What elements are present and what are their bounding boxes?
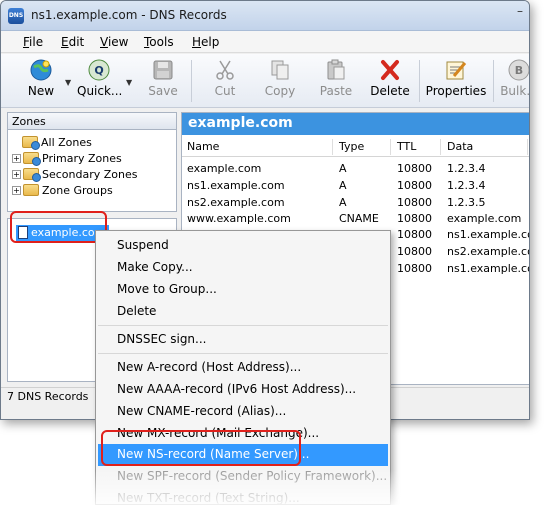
title-bar: DNS ns1.example.com - DNS Records – — [1, 1, 529, 31]
menu-file[interactable]: File — [23, 35, 43, 49]
menu-item-new-aaaa-record[interactable]: New AAAA-record (IPv6 Host Address)... — [98, 379, 388, 401]
column-header-ttl[interactable]: TTL — [397, 140, 416, 153]
tree-item-zone-groups[interactable]: + Zone Groups — [12, 184, 113, 200]
menu-separator — [98, 325, 388, 326]
svg-text:B: B — [515, 64, 523, 77]
bulk-button[interactable]: B Bulk... — [499, 58, 529, 104]
properties-button[interactable]: Properties — [425, 58, 487, 104]
folder-icon — [23, 184, 39, 196]
copy-icon — [271, 60, 289, 80]
zone-title: example.com — [182, 113, 529, 135]
new-dropdown-arrow[interactable]: ▼ — [65, 78, 71, 87]
svg-text:Q: Q — [94, 64, 103, 77]
menu-item-new-spf-record[interactable]: New SPF-record (Sender Policy Framework)… — [98, 466, 388, 488]
expand-icon[interactable]: + — [12, 154, 21, 163]
tree-item-primary-zones[interactable]: + Primary Zones — [12, 152, 122, 168]
column-divider[interactable] — [527, 139, 528, 155]
bulk-icon: B — [508, 59, 529, 81]
menu-tools[interactable]: Tools — [144, 35, 174, 49]
quick-button[interactable]: Q Quick... — [77, 58, 122, 104]
tree-item-secondary-zones[interactable]: + Secondary Zones — [12, 168, 138, 184]
zone-highlight-callout — [10, 211, 107, 243]
folder-globe-icon — [23, 168, 41, 182]
menu-item-move-to-group[interactable]: Move to Group... — [98, 279, 388, 301]
paste-button[interactable]: Paste — [315, 58, 357, 104]
save-button[interactable]: Save — [143, 58, 183, 104]
menu-bar: File Edit View Tools Help — [1, 31, 529, 53]
ns-record-highlight-callout — [101, 430, 301, 466]
paste-icon — [327, 59, 345, 80]
tree-item-all-zones[interactable]: All Zones — [22, 136, 92, 152]
toolbar-separator — [493, 60, 494, 102]
column-divider[interactable] — [390, 139, 391, 155]
menu-item-new-txt-record[interactable]: New TXT-record (Text String)... — [98, 488, 388, 504]
menu-item-suspend[interactable]: Suspend — [98, 235, 388, 257]
menu-item-dnssec-sign[interactable]: DNSSEC sign... — [98, 329, 388, 351]
column-divider[interactable] — [440, 139, 441, 155]
red-x-icon — [381, 60, 399, 80]
menu-item-new-a-record[interactable]: New A-record (Host Address)... — [98, 357, 388, 379]
toolbar: New ▼ Q Quick... ▼ Save Cut Copy Paste D… — [1, 54, 529, 108]
window-title: ns1.example.com - DNS Records — [31, 8, 227, 22]
column-header-name[interactable]: Name — [187, 140, 219, 153]
table-row[interactable]: www.example.com CNAME 10800 example.com — [182, 211, 529, 227]
toolbar-separator — [191, 60, 192, 102]
menu-item-delete[interactable]: Delete — [98, 301, 388, 323]
table-row[interactable]: ns1.example.com A 10800 1.2.3.4 — [182, 178, 529, 194]
expand-icon[interactable]: + — [12, 186, 21, 195]
cut-button[interactable]: Cut — [205, 58, 245, 104]
minimize-button[interactable]: – — [506, 2, 529, 22]
menu-edit[interactable]: Edit — [61, 35, 84, 49]
record-count: 7 DNS Records — [7, 390, 89, 403]
zone-tree: All Zones + Primary Zones + Secondary Zone… — [7, 130, 177, 212]
records-header: Name Type TTL Data — [182, 137, 529, 157]
menu-view[interactable]: View — [100, 35, 128, 49]
column-divider[interactable] — [332, 139, 333, 155]
menu-item-new-cname-record[interactable]: New CNAME-record (Alias)... — [98, 401, 388, 423]
folder-globe-icon — [23, 152, 41, 166]
quick-dropdown-arrow[interactable]: ▼ — [126, 78, 132, 87]
dns-app-icon: DNS — [8, 8, 24, 24]
floppy-disk-icon — [153, 60, 173, 80]
expand-icon[interactable]: + — [12, 170, 21, 179]
globe-new-icon — [30, 59, 52, 81]
table-row[interactable]: example.com A 10800 1.2.3.4 — [182, 161, 529, 177]
menu-help[interactable]: Help — [192, 35, 219, 49]
zones-header: Zones — [7, 112, 177, 130]
copy-button[interactable]: Copy — [259, 58, 301, 104]
folder-globe-icon — [22, 136, 40, 150]
new-button[interactable]: New — [21, 58, 61, 104]
delete-button[interactable]: Delete — [368, 58, 412, 104]
toolbar-separator — [419, 60, 420, 102]
menu-item-make-copy[interactable]: Make Copy... — [98, 257, 388, 279]
scissors-icon — [216, 60, 234, 80]
table-row[interactable]: ns2.example.com A 10800 1.2.3.5 — [182, 195, 529, 211]
properties-icon — [446, 61, 467, 80]
menu-separator — [98, 353, 388, 354]
column-header-data[interactable]: Data — [447, 140, 473, 153]
quick-query-icon: Q — [88, 59, 110, 81]
column-header-type[interactable]: Type — [339, 140, 364, 153]
